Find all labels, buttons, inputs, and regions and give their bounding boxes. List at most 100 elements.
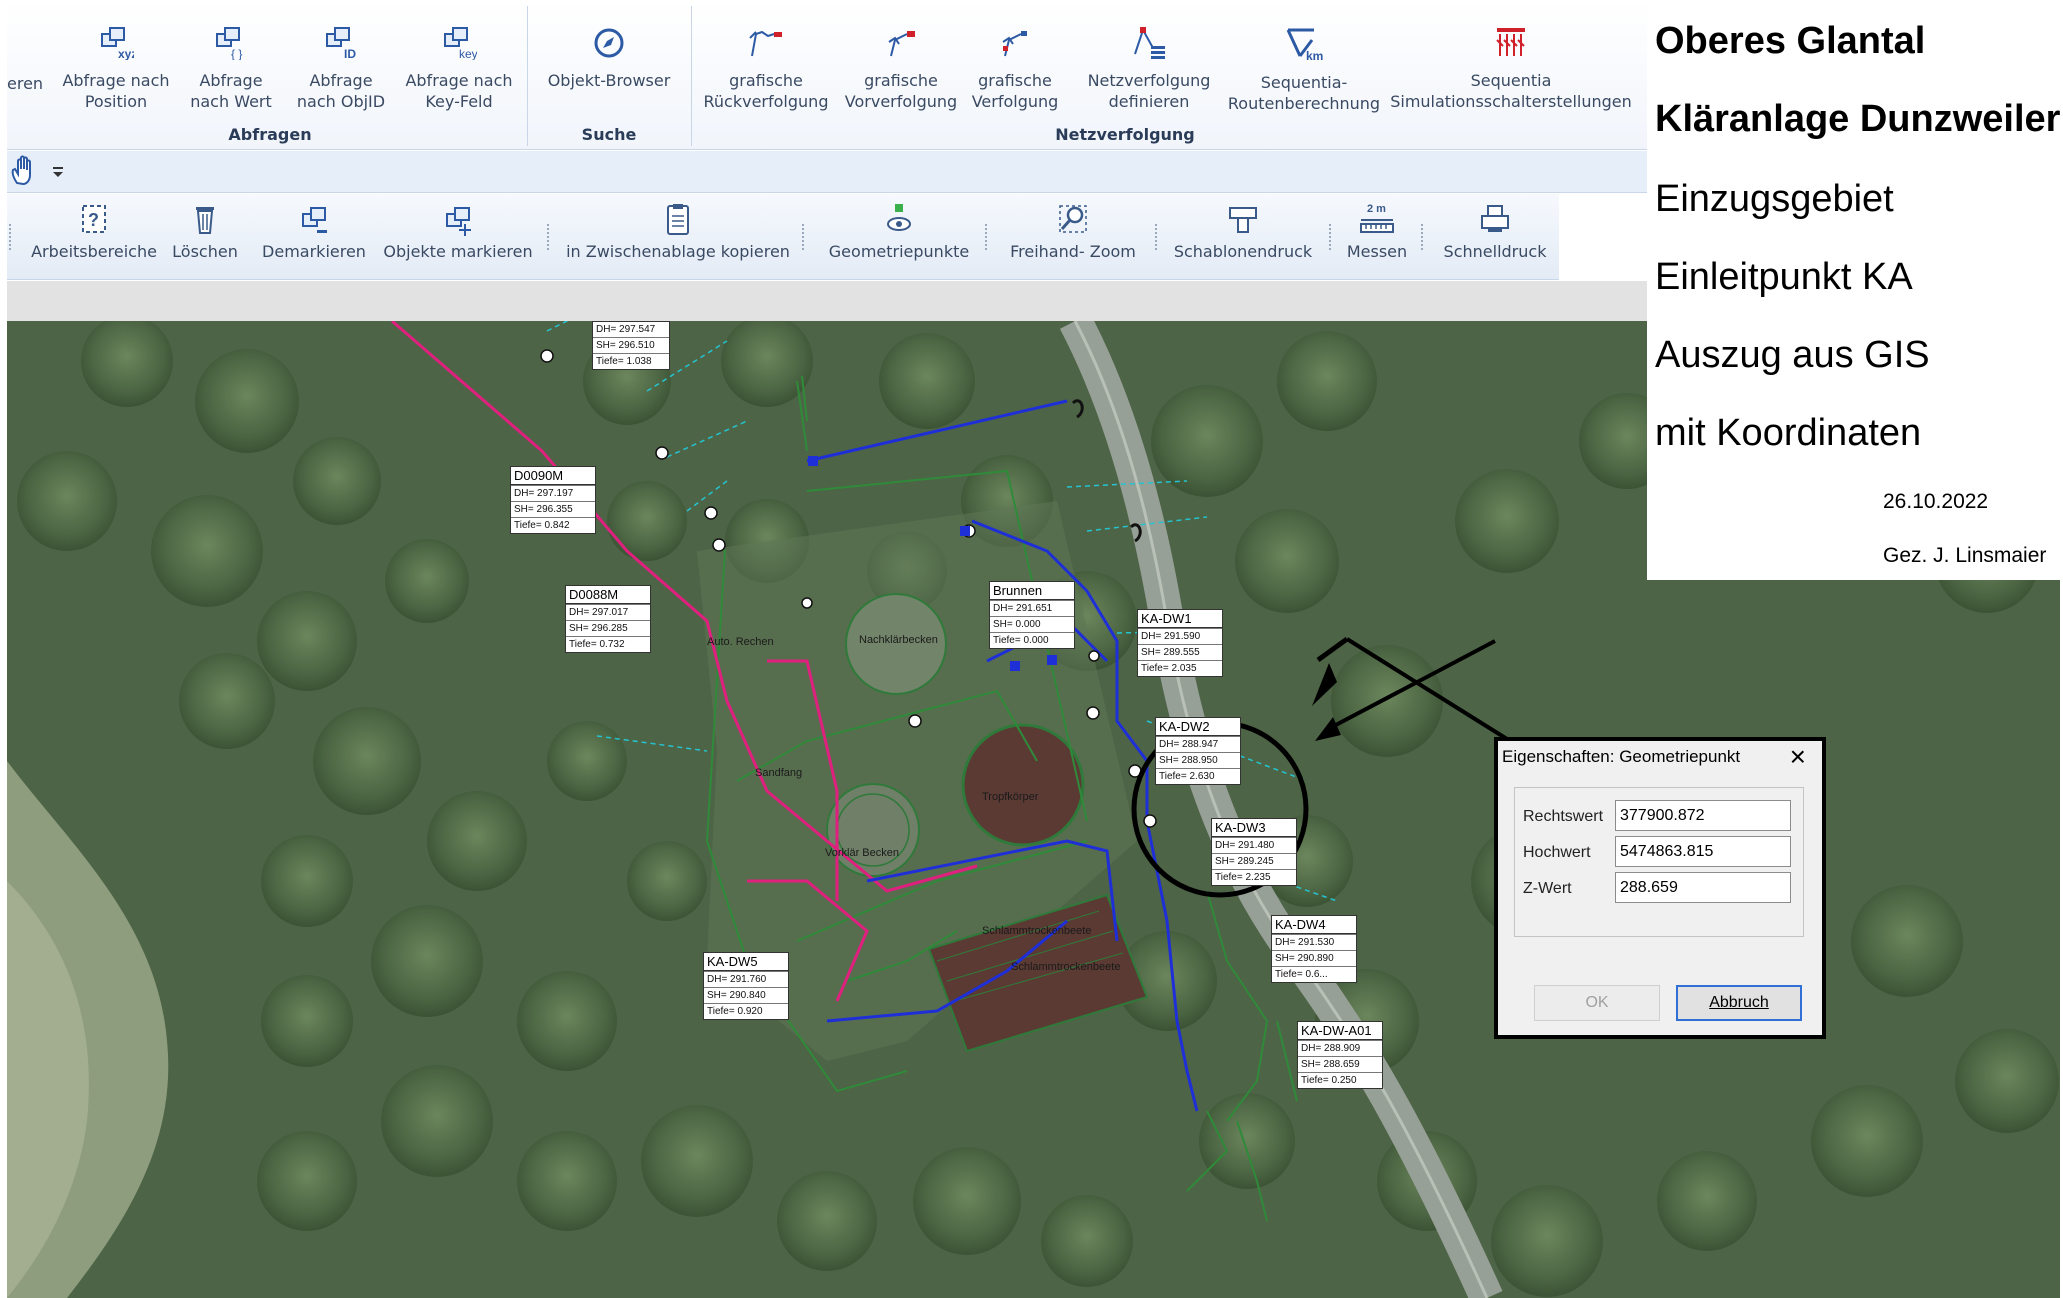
rechtswert-field[interactable]: [1615, 800, 1791, 831]
info-line-catchment: Einzugsgebiet: [1655, 178, 1894, 220]
map-label-brunnen[interactable]: Brunnen DH= 291.651 SH= 0.000 Tiefe= 0.0…: [989, 581, 1075, 649]
simulation-switch-label-2: Simulationsschalterstellungen: [1390, 92, 1632, 111]
toolbar: ? Arbeitsbereiche Löschen Demarkieren Ob…: [7, 194, 1559, 280]
map-label-sh: SH= 296.510: [593, 337, 669, 353]
trace-forward-icon: [888, 31, 915, 57]
map-label-name: D0088M: [566, 586, 650, 604]
query-key-button[interactable]: key Abfrage nach Key-Feld: [401, 4, 517, 112]
route-calculation-label-1: Sequentia-: [1260, 73, 1348, 92]
map-label-name: KA-DW-A01: [1298, 1022, 1382, 1040]
map-label-ka-dw2[interactable]: KA-DW2 DH= 288.947 SH= 288.950 Tiefe= 2.…: [1155, 717, 1241, 785]
map-label-tiefe: Tiefe= 0.250: [1298, 1072, 1382, 1088]
route-calculation-button[interactable]: km Sequentia- Routenberechnung: [1223, 4, 1385, 114]
query-objid-label-2: nach ObjID: [296, 92, 386, 111]
workspaces-button[interactable]: ? Arbeitsbereiche: [27, 202, 161, 261]
trash-icon: [196, 207, 214, 234]
clipboard-icon: [667, 204, 689, 235]
map-label-name: KA-DW3: [1212, 819, 1296, 837]
trace-forward-button[interactable]: grafische Vorverfolgung: [841, 4, 961, 112]
geometry-point-icon: [887, 204, 911, 231]
field-label-zwert: Z-Wert: [1523, 880, 1572, 897]
template-print-button[interactable]: Schablonendruck: [1167, 202, 1319, 261]
info-signature: Gez. J. Linsmaier: [1883, 544, 2047, 567]
query-position-button[interactable]: xyz Abfrage nach Position: [61, 4, 171, 112]
map-label-ka-dw5[interactable]: KA-DW5 DH= 291.760 SH= 290.840 Tiefe= 0.…: [703, 952, 789, 1020]
trace-back-label-1: grafische: [729, 71, 803, 90]
toolbar-separator: [802, 224, 804, 250]
map-label-ka-dw3[interactable]: KA-DW3 DH= 291.480 SH= 289.245 Tiefe= 2.…: [1211, 818, 1297, 886]
field-label-hochwert: Hochwert: [1523, 844, 1591, 861]
zwert-field[interactable]: [1615, 872, 1791, 903]
cancel-button[interactable]: Abbruch: [1676, 985, 1802, 1021]
simulation-switch-button[interactable]: Sequentia Simulationsschalterstellungen: [1389, 4, 1633, 112]
trace-button[interactable]: grafische Verfolgung: [967, 4, 1063, 112]
map-label-tiefe: Tiefe= 0.6...: [1272, 966, 1356, 982]
svg-text:ID: ID: [344, 47, 356, 60]
dropdown-arrow-icon[interactable]: [51, 165, 65, 179]
delete-button[interactable]: Löschen: [167, 202, 243, 261]
unmark-icon: [302, 207, 327, 233]
ribbon-cut-label: eren: [7, 74, 44, 93]
map-label-name: KA-DW2: [1156, 718, 1240, 736]
map-label-tiefe: Tiefe= 0.920: [704, 1003, 788, 1019]
trace-back-button[interactable]: grafische Rückverfolgung: [701, 4, 831, 112]
map-label-d0090m[interactable]: D0090M DH= 297.197 SH= 296.355 Tiefe= 0.…: [510, 466, 596, 534]
map-text-rechen: Auto. Rechen: [707, 636, 774, 648]
map-label-name: Brunnen: [990, 582, 1074, 600]
trace-label-2: Verfolgung: [971, 92, 1059, 111]
map-label-tiefe: Tiefe= 0.000: [990, 632, 1074, 648]
map-label-dh: DH= 291.530: [1272, 934, 1356, 950]
copy-clipboard-label: in Zwischenablage kopieren: [566, 242, 790, 261]
map-label-sh: SH= 290.840: [704, 987, 788, 1003]
hand-pan-icon[interactable]: [9, 155, 39, 187]
map-label-ka-dw-a01[interactable]: KA-DW-A01 DH= 288.909 SH= 288.659 Tiefe=…: [1297, 1021, 1383, 1089]
query-value-label-1: Abfrage: [199, 71, 263, 90]
define-tracing-button[interactable]: Netzverfolgung definieren: [1079, 4, 1219, 112]
map-label-ka-dw1[interactable]: KA-DW1 DH= 291.590 SH= 289.555 Tiefe= 2.…: [1137, 609, 1223, 677]
route-calculation-label-2: Routenberechnung: [1227, 94, 1381, 113]
info-line-inflow: Einleitpunkt KA: [1655, 256, 1913, 298]
map-label-sh: SH= 0.000: [990, 616, 1074, 632]
ok-button[interactable]: OK: [1534, 985, 1660, 1021]
copy-clipboard-button[interactable]: in Zwischenablage kopieren: [563, 202, 793, 261]
switch-settings-icon: [1496, 28, 1525, 56]
compass-icon: [594, 28, 624, 58]
map-label-d0088m[interactable]: D0088M DH= 297.017 SH= 296.285 Tiefe= 0.…: [565, 585, 651, 653]
trace-icon: [1002, 31, 1027, 57]
simulation-switch-label-1: Sequentia: [1470, 71, 1552, 90]
map-label-tiefe: Tiefe= 0.732: [566, 636, 650, 652]
freehand-zoom-button[interactable]: Freihand- Zoom: [999, 202, 1147, 261]
map-label-name: KA-DW4: [1272, 916, 1356, 934]
trace-back-label-2: Rückverfolgung: [703, 92, 829, 111]
close-icon[interactable]: ×: [1790, 741, 1806, 773]
geometry-points-button[interactable]: Geometriepunkte: [819, 202, 979, 261]
toolbar-separator: [9, 224, 11, 250]
query-key-label-1: Abfrage nach: [405, 71, 513, 90]
map-label-sh: SH= 296.355: [511, 501, 595, 517]
map-label-ka-dw4[interactable]: KA-DW4 DH= 291.530 SH= 290.890 Tiefe= 0.…: [1271, 915, 1357, 983]
ribbon-group-netzverfolgung-label: Netzverfolgung: [1055, 125, 1195, 144]
toolbar-separator: [1155, 224, 1157, 250]
query-value-button[interactable]: { } Abfrage nach Wert: [181, 4, 281, 112]
geometry-points-label: Geometriepunkte: [828, 242, 970, 261]
svg-text:?: ?: [88, 210, 99, 230]
mark-objects-button[interactable]: Objekte markieren: [383, 202, 533, 261]
ribbon-group-suche: Objekt-Browser Suche: [529, 0, 689, 148]
query-position-label-1: Abfrage nach: [62, 71, 170, 90]
query-key-label-2: Key-Feld: [425, 92, 493, 111]
template-print-label: Schablonendruck: [1173, 242, 1313, 261]
quick-print-icon: [1481, 205, 1509, 232]
query-objid-button[interactable]: ID Abfrage nach ObjID: [289, 4, 393, 112]
unmark-button[interactable]: Demarkieren: [255, 202, 373, 261]
object-browser-button[interactable]: Objekt-Browser: [539, 4, 679, 91]
map-label-top[interactable]: DH= 297.547 SH= 296.510 Tiefe= 1.038: [592, 321, 670, 370]
quick-print-button[interactable]: Schnelldruck: [1435, 202, 1555, 261]
map-label-sh: SH= 288.950: [1156, 752, 1240, 768]
info-date: 26.10.2022: [1883, 490, 1989, 513]
define-tracing-label-1: Netzverfolgung: [1087, 71, 1211, 90]
mark-objects-label: Objekte markieren: [383, 242, 533, 261]
hochwert-field[interactable]: [1615, 836, 1791, 867]
quick-access-bar: [7, 151, 1647, 193]
map-label-dh: DH= 297.547: [596, 324, 656, 335]
measure-button[interactable]: 2 m Messen: [1341, 202, 1413, 261]
